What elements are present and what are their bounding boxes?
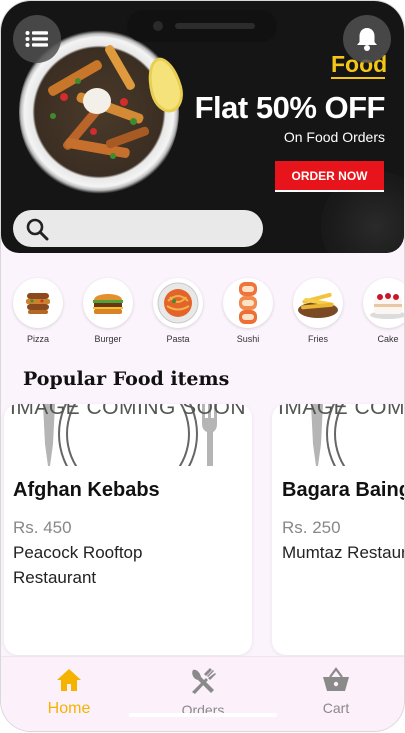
- basket-icon: [323, 667, 349, 691]
- category-label: Pasta: [166, 334, 190, 344]
- food-item-restaurant: Peacock Rooftop Restaurant: [13, 543, 143, 587]
- camera-icon: [153, 21, 163, 31]
- home-icon: [57, 669, 81, 691]
- speaker-grille: [175, 23, 255, 29]
- fries-icon: [293, 278, 343, 328]
- promo-subtitle: On Food Orders: [283, 129, 385, 145]
- section-title: Popular Food items: [23, 368, 230, 390]
- food-item-name: Afghan Kebabs: [13, 479, 160, 501]
- pizza-icon: [13, 278, 63, 328]
- food-item-price: Rs. 250: [282, 518, 341, 537]
- notifications-button[interactable]: [343, 15, 391, 63]
- food-image-placeholder: IMAGE COMING SOON: [4, 404, 252, 466]
- category-label: Cake: [377, 334, 399, 344]
- food-image: [35, 43, 163, 181]
- category-label: Fries: [308, 334, 328, 344]
- food-item-price: Rs. 450: [13, 518, 72, 537]
- food-item-restaurant: Mumtaz Restaurant: [282, 543, 404, 562]
- category-sushi[interactable]: Sushi: [222, 278, 274, 344]
- menu-button[interactable]: [13, 15, 61, 63]
- search-bar[interactable]: [13, 210, 263, 247]
- fork-knife-icon: [192, 668, 216, 694]
- search-icon: [26, 218, 49, 240]
- nav-orders[interactable]: Orders: [148, 667, 258, 718]
- category-cake[interactable]: Cake: [362, 278, 404, 344]
- home-indicator[interactable]: [129, 713, 277, 717]
- nav-label: Cart: [322, 700, 350, 716]
- search-input[interactable]: [57, 219, 263, 238]
- pasta-icon: [153, 278, 203, 328]
- category-fries[interactable]: Fries: [292, 278, 344, 344]
- nav-label: Home: [47, 700, 91, 717]
- phone-screen: Food Flat 50% OFF On Food Orders ORDER N…: [1, 1, 404, 731]
- promo-title: Flat 50% OFF: [194, 90, 386, 125]
- category-label: Pizza: [26, 334, 49, 344]
- category-label: Burger: [94, 334, 122, 344]
- category-burger[interactable]: Burger: [82, 278, 134, 344]
- category-pasta[interactable]: Pasta: [152, 278, 204, 344]
- food-item-name: Bagara Baingan: [282, 479, 404, 501]
- nav-cart[interactable]: Cart: [281, 667, 391, 716]
- category-label: Sushi: [236, 334, 260, 344]
- nav-home[interactable]: Home: [14, 667, 124, 718]
- sushi-icon: [223, 278, 273, 328]
- burger-icon: [83, 278, 133, 328]
- image-placeholder-text: IMAGE COMING SOON: [277, 404, 404, 419]
- category-list: Pizza Burger Pasta Sushi Fries Cake: [1, 278, 404, 348]
- camera-notch: [127, 10, 277, 42]
- order-now-button[interactable]: ORDER NOW: [275, 161, 384, 192]
- category-pizza[interactable]: Pizza: [12, 278, 64, 344]
- food-image-placeholder: IMAGE COMING SOON: [272, 404, 404, 466]
- menu-icon: [25, 31, 48, 47]
- cake-icon: [363, 278, 404, 328]
- bottom-navigation: Home Orders Cart: [1, 656, 404, 731]
- image-placeholder-text: IMAGE COMING SOON: [9, 404, 246, 419]
- bell-icon: [357, 28, 377, 51]
